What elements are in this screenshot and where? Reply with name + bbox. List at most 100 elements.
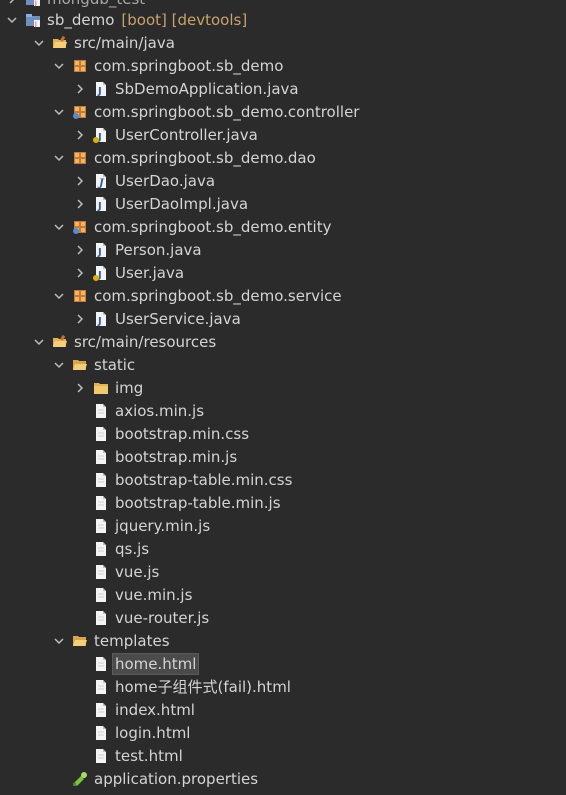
svg-text:J: J	[97, 247, 102, 258]
tree-item-label: com.springboot.sb_demo.controller	[94, 102, 360, 121]
java-file-icon: J	[93, 196, 109, 212]
chevron-down-icon[interactable]	[34, 337, 44, 347]
tree-item[interactable]: J UserDao.java	[0, 169, 566, 192]
file-icon	[93, 587, 109, 603]
tree-item[interactable]: qs.js	[0, 537, 566, 560]
tree-item-label: vue.min.js	[115, 585, 193, 604]
tree-item[interactable]: src/main/java	[0, 31, 566, 54]
chevron-down-icon[interactable]	[54, 222, 64, 232]
tree-item[interactable]: J SbDemoApplication.java	[0, 77, 566, 100]
properties-file-icon	[72, 771, 88, 787]
chevron-right-icon[interactable]	[75, 175, 85, 186]
chevron-down-icon[interactable]	[54, 61, 64, 71]
tree-item[interactable]: com.springboot.sb_demo.entity	[0, 215, 566, 238]
tree-item[interactable]: axios.min.js	[0, 399, 566, 422]
tree-item-label: static	[94, 355, 136, 374]
chevron-down-icon[interactable]	[54, 360, 64, 370]
chevron-right-icon[interactable]	[75, 83, 85, 94]
file-icon	[93, 656, 109, 672]
file-icon	[93, 426, 109, 442]
chevron-down-icon[interactable]	[54, 291, 64, 301]
tree-item[interactable]: login.html	[0, 721, 566, 744]
package-icon	[72, 288, 88, 304]
file-icon	[93, 679, 109, 695]
file-icon	[93, 495, 109, 511]
tree-item-label: com.springboot.sb_demo	[94, 56, 284, 75]
project-decoration: [boot] [devtools]	[121, 10, 248, 29]
tree-item[interactable]: vue.js	[0, 560, 566, 583]
file-icon	[93, 541, 109, 557]
tree-item-label: home子组件式(fail).html	[115, 677, 291, 696]
chevron-down-icon[interactable]	[54, 153, 64, 163]
tree-item[interactable]: com.springboot.sb_demo.controller	[0, 100, 566, 123]
chevron-down-icon[interactable]	[34, 38, 44, 48]
tree-item[interactable]: vue-router.js	[0, 606, 566, 629]
tree-item-label: com.springboot.sb_demo.entity	[94, 217, 332, 236]
tree-item[interactable]: img	[0, 376, 566, 399]
tree-item[interactable]: bootstrap-table.min.js	[0, 491, 566, 514]
file-icon	[93, 725, 109, 741]
source-folder-icon	[52, 334, 68, 350]
tree-item-label: User.java	[115, 263, 185, 282]
tree-item[interactable]: com.springboot.sb_demo.service	[0, 284, 566, 307]
tree-item-label: UserController.java	[115, 125, 258, 144]
project-icon: J	[25, 0, 41, 7]
tree-item-label: bootstrap-table.min.css	[115, 470, 293, 489]
chevron-right-icon[interactable]	[75, 244, 85, 255]
tree-item[interactable]: bootstrap.min.css	[0, 422, 566, 445]
tree-item-label: UserDaoImpl.java	[115, 194, 249, 213]
package-icon	[72, 58, 88, 74]
chevron-down-icon[interactable]	[54, 107, 64, 117]
chevron-right-icon[interactable]	[75, 267, 85, 278]
chevron-right-icon[interactable]	[75, 313, 85, 324]
tree-item-label: vue.js	[115, 562, 160, 581]
chevron-down-icon[interactable]	[54, 636, 64, 646]
tree-item-label: home.html	[111, 652, 200, 675]
chevron-right-icon[interactable]	[75, 198, 85, 209]
tree-item[interactable]: home.html	[0, 652, 566, 675]
tree-item[interactable]: com.springboot.sb_demo	[0, 54, 566, 77]
svg-text:J: J	[97, 201, 102, 212]
svg-text:J: J	[34, 0, 37, 7]
tree-item[interactable]: jquery.min.js	[0, 514, 566, 537]
tree-item[interactable]: templates	[0, 629, 566, 652]
tree-item[interactable]: Jsb_demo [boot] [devtools]	[0, 8, 566, 31]
tree-item[interactable]: static	[0, 353, 566, 376]
tree-item[interactable]: bootstrap.min.js	[0, 445, 566, 468]
chevron-down-icon[interactable]	[7, 15, 17, 25]
java-file-icon: J	[93, 311, 109, 327]
tree-item-label: src/main/resources	[74, 332, 217, 351]
tree-item[interactable]: J User.java	[0, 261, 566, 284]
tree-item[interactable]: home子组件式(fail).html	[0, 675, 566, 698]
tree-item[interactable]: com.springboot.sb_demo.dao	[0, 146, 566, 169]
chevron-right-icon[interactable]	[7, 0, 17, 4]
tree-item[interactable]: index.html	[0, 698, 566, 721]
chevron-right-icon[interactable]	[75, 382, 85, 393]
tree-item[interactable]: bootstrap-table.min.css	[0, 468, 566, 491]
tree-item-label: sb_demo	[47, 10, 115, 29]
svg-text:J: J	[97, 316, 102, 327]
chevron-right-icon[interactable]	[75, 129, 85, 140]
project-icon: J	[25, 12, 41, 28]
file-icon	[93, 472, 109, 488]
tree-item[interactable]: vue.min.js	[0, 583, 566, 606]
file-icon	[93, 610, 109, 626]
tree-item-label: UserDao.java	[115, 171, 216, 190]
tree-item[interactable]: test.html	[0, 744, 566, 767]
tree-item[interactable]: J Person.java	[0, 238, 566, 261]
tree-item[interactable]: J UserController.java	[0, 123, 566, 146]
tree-item-label: vue-router.js	[115, 608, 210, 627]
tree-item[interactable]: src/main/resources	[0, 330, 566, 353]
tree-item[interactable]: application.properties	[0, 767, 566, 790]
tree-item[interactable]: J UserDaoImpl.java	[0, 192, 566, 215]
tree-item[interactable]: J UserService.java	[0, 307, 566, 330]
